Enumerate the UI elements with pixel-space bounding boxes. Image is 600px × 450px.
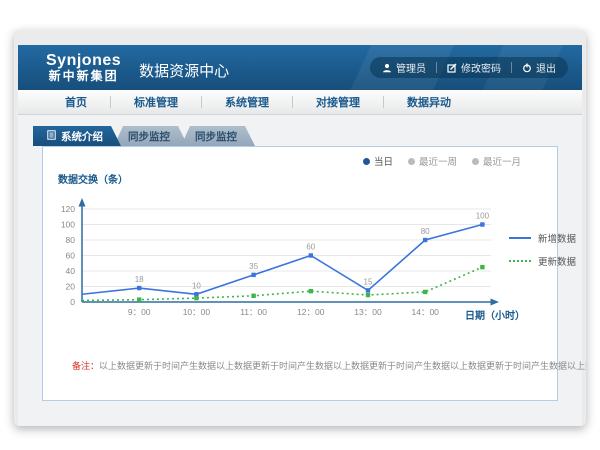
filter-today[interactable]: 当日	[363, 154, 393, 168]
tab-sync-monitor-2[interactable]: 同步监控	[181, 126, 255, 146]
main-nav: 首页 标准管理 系统管理 对接管理 数据异动	[18, 90, 582, 115]
svg-text:35: 35	[249, 262, 258, 271]
filter-last-week[interactable]: 最近一周	[408, 154, 457, 168]
line-chart: 0 20 40 60 80 100 120 9：00 10：00 11：00 12：00 13：00 1…	[43, 185, 586, 335]
svg-text:18: 18	[135, 275, 144, 284]
svg-text:80: 80	[66, 235, 76, 245]
user-icon	[382, 63, 392, 73]
nav-item-home[interactable]: 首页	[42, 94, 110, 110]
footnote: 备注：以上数据更新于时间产生数据以上数据更新于时间产生数据以上数据更新于时间产生…	[72, 359, 586, 372]
svg-text:20: 20	[66, 282, 76, 292]
logout-button[interactable]: 退出	[522, 60, 556, 75]
legend-item-new-data: 新增数据	[509, 231, 576, 245]
nav-item-standards[interactable]: 标准管理	[111, 94, 201, 110]
svg-text:日期（小时）: 日期（小时）	[465, 309, 525, 322]
tab-system-intro[interactable]: 系统介绍	[33, 126, 121, 146]
header-divider	[511, 62, 512, 73]
svg-text:10：00: 10：00	[183, 307, 211, 317]
header-actions: 管理员 修改密码 退出	[370, 57, 568, 78]
header-divider	[436, 62, 437, 73]
tab-sync-monitor-1[interactable]: 同步监控	[114, 126, 188, 146]
svg-text:14：00: 14：00	[411, 307, 439, 317]
svg-text:10: 10	[192, 281, 201, 290]
content-area: 系统介绍 同步监控 同步监控 当日 最近一周	[18, 115, 582, 426]
chart-range-filters: 当日 最近一周 最近一月	[363, 154, 521, 168]
power-icon	[522, 63, 532, 73]
document-icon	[47, 130, 56, 143]
tab-label: 同步监控	[128, 129, 170, 144]
tab-label: 同步监控	[195, 129, 237, 144]
change-password-label: 修改密码	[461, 60, 501, 75]
svg-text:15: 15	[364, 277, 373, 286]
edit-icon	[447, 63, 457, 73]
svg-text:9：00: 9：00	[128, 307, 151, 317]
nav-item-data-changes[interactable]: 数据异动	[384, 94, 474, 110]
filter-label: 最近一周	[419, 154, 457, 168]
brand-logo: Synjones 新中新集团	[46, 52, 121, 83]
app-header: Synjones 新中新集团 数据资源中心 管理员 修改密码	[18, 45, 582, 90]
chart-legend: 新增数据 更新数据	[509, 231, 576, 268]
user-menu-label: 管理员	[396, 60, 426, 75]
radio-dot-icon	[408, 158, 415, 165]
svg-text:11：00: 11：00	[240, 307, 267, 317]
brand-logo-company: 新中新集团	[46, 70, 121, 83]
filter-label: 当日	[374, 154, 393, 168]
svg-text:100: 100	[476, 212, 490, 221]
brand-logo-name: Synjones	[46, 52, 121, 70]
nav-item-system[interactable]: 系统管理	[202, 94, 292, 110]
svg-text:100: 100	[61, 220, 75, 230]
svg-text:120: 120	[61, 204, 75, 214]
svg-text:80: 80	[421, 227, 430, 236]
legend-item-updated-data: 更新数据	[509, 254, 576, 268]
svg-text:40: 40	[66, 266, 76, 276]
nav-item-interfacing[interactable]: 对接管理	[293, 94, 383, 110]
change-password-button[interactable]: 修改密码	[447, 60, 501, 75]
footnote-text: 以上数据更新于时间产生数据以上数据更新于时间产生数据以上数据更新于时间产生数据以…	[99, 361, 586, 371]
legend-label: 新增数据	[538, 231, 576, 245]
filter-last-month[interactable]: 最近一月	[472, 154, 521, 168]
tab-label: 系统介绍	[61, 129, 103, 144]
svg-text:60: 60	[66, 251, 76, 261]
blue-line-icon	[509, 237, 531, 239]
legend-label: 更新数据	[538, 254, 576, 268]
user-menu-button[interactable]: 管理员	[382, 60, 426, 75]
app-window: Synjones 新中新集团 数据资源中心 管理员 修改密码	[14, 30, 586, 426]
radio-dot-icon	[363, 158, 370, 165]
radio-dot-icon	[472, 158, 479, 165]
svg-text:13：00: 13：00	[354, 307, 382, 317]
svg-text:60: 60	[306, 243, 315, 252]
logout-label: 退出	[536, 60, 556, 75]
page-title: 数据资源中心	[139, 60, 229, 81]
svg-text:0: 0	[70, 297, 75, 307]
y-axis-title: 数据交换（条）	[58, 171, 128, 186]
footnote-prefix: 备注：	[72, 361, 99, 371]
svg-text:12：00: 12：00	[297, 307, 325, 317]
green-dotted-line-icon	[509, 260, 531, 262]
filter-label: 最近一月	[483, 154, 521, 168]
tab-bar: 系统介绍 同步监控 同步监控	[33, 126, 572, 146]
chart-panel: 当日 最近一周 最近一月 数据交换（条） 0 20 40 60 80 100 120 9：00…	[42, 146, 558, 401]
